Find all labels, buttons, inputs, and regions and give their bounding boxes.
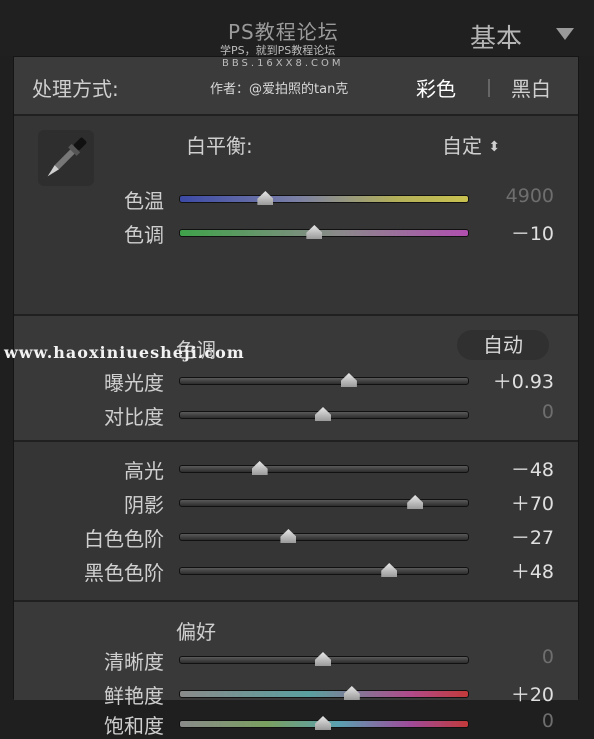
slider-thumb[interactable] [407, 495, 424, 509]
slider-thumb[interactable] [315, 407, 331, 421]
slider-value[interactable]: －48 [484, 455, 554, 482]
white-balance-value: 自定 [442, 134, 482, 158]
slider-label: 黑色色阶 [84, 561, 164, 585]
watermark-line2: BBS.16XX8.COM [222, 58, 344, 69]
slider-value[interactable]: ＋48 [484, 557, 554, 584]
watermark-overlay: www.haoxiniueshejі.com [4, 343, 245, 362]
slider-label: 饱和度 [104, 714, 164, 738]
slider-value[interactable]: 4900 [484, 185, 554, 207]
slider-track[interactable] [179, 499, 469, 507]
slider-thumb[interactable] [343, 686, 360, 700]
treatment-divider [488, 79, 490, 97]
watermark-line3: 作者：@爱拍照的tan克 [210, 82, 349, 97]
slider-track[interactable] [179, 229, 469, 237]
treatment-bw-option[interactable]: 黑白 [511, 73, 551, 102]
slider-thumb[interactable] [315, 716, 331, 730]
eyedropper-icon[interactable] [34, 126, 98, 190]
slider-value[interactable]: 0 [484, 710, 554, 732]
slider-thumb[interactable] [280, 529, 297, 543]
slider-value[interactable]: －10 [484, 219, 554, 246]
basic-panel: 处理方式: 彩色 黑白 白平衡: 自定 ⬍ 色温 4900 色调 －10 色调 自动 … [13, 56, 579, 738]
presence-header: 偏好 [176, 620, 216, 644]
slider-label: 对比度 [104, 405, 164, 429]
slider-label: 清晰度 [104, 650, 164, 674]
white-balance-select[interactable]: 自定 ⬍ [442, 130, 500, 159]
slider-value[interactable]: 0 [484, 401, 554, 423]
slider-thumb[interactable] [381, 563, 398, 577]
slider-track[interactable] [179, 195, 469, 203]
triangle-down-icon[interactable] [556, 28, 574, 40]
slider-label: 阴影 [124, 493, 164, 517]
slider-track[interactable] [179, 465, 469, 473]
slider-track[interactable] [179, 377, 469, 385]
slider-value[interactable]: 0 [484, 646, 554, 668]
treatment-color-option[interactable]: 彩色 [416, 73, 456, 102]
presence-section: 偏好 清晰度 0 鲜艳度 ＋20 饱和度 0 [14, 602, 578, 738]
slider-value[interactable]: ＋70 [484, 489, 554, 516]
slider-thumb[interactable] [306, 225, 323, 239]
tone-section: 色调 自动 曝光度 ＋0.93 对比度 0 [14, 316, 578, 442]
slider-value[interactable]: －27 [484, 523, 554, 550]
slider-track[interactable] [179, 567, 469, 575]
auto-tone-button[interactable]: 自动 [457, 330, 549, 360]
slider-label: 鲜艳度 [104, 684, 164, 708]
tone-detail-section: 高光 －48 阴影 ＋70 白色色阶 －27 黑色色阶 ＋48 [14, 442, 578, 602]
slider-thumb[interactable] [257, 191, 274, 205]
slider-value[interactable]: ＋0.93 [484, 367, 554, 394]
white-balance-label: 白平衡: [186, 134, 253, 158]
treatment-label: 处理方式: [32, 77, 119, 101]
slider-label: 色温 [124, 189, 164, 213]
slider-label: 白色色阶 [84, 527, 164, 551]
panel-title[interactable]: 基本 [470, 18, 522, 55]
slider-label: 曝光度 [104, 371, 164, 395]
slider-label: 高光 [124, 459, 164, 483]
slider-thumb[interactable] [340, 373, 357, 387]
slider-thumb[interactable] [315, 652, 331, 666]
slider-thumb[interactable] [251, 461, 268, 475]
slider-track[interactable] [179, 690, 469, 698]
watermark-title: PS教程论坛 [228, 20, 339, 44]
panel-header: PS教程论坛 学PS，就到PS教程论坛 基本 [0, 0, 594, 57]
slider-track[interactable] [179, 533, 469, 541]
white-balance-section: 白平衡: 自定 ⬍ 色温 4900 色调 －10 [14, 116, 578, 316]
slider-label: 色调 [124, 223, 164, 247]
updown-arrows-icon: ⬍ [488, 139, 501, 155]
